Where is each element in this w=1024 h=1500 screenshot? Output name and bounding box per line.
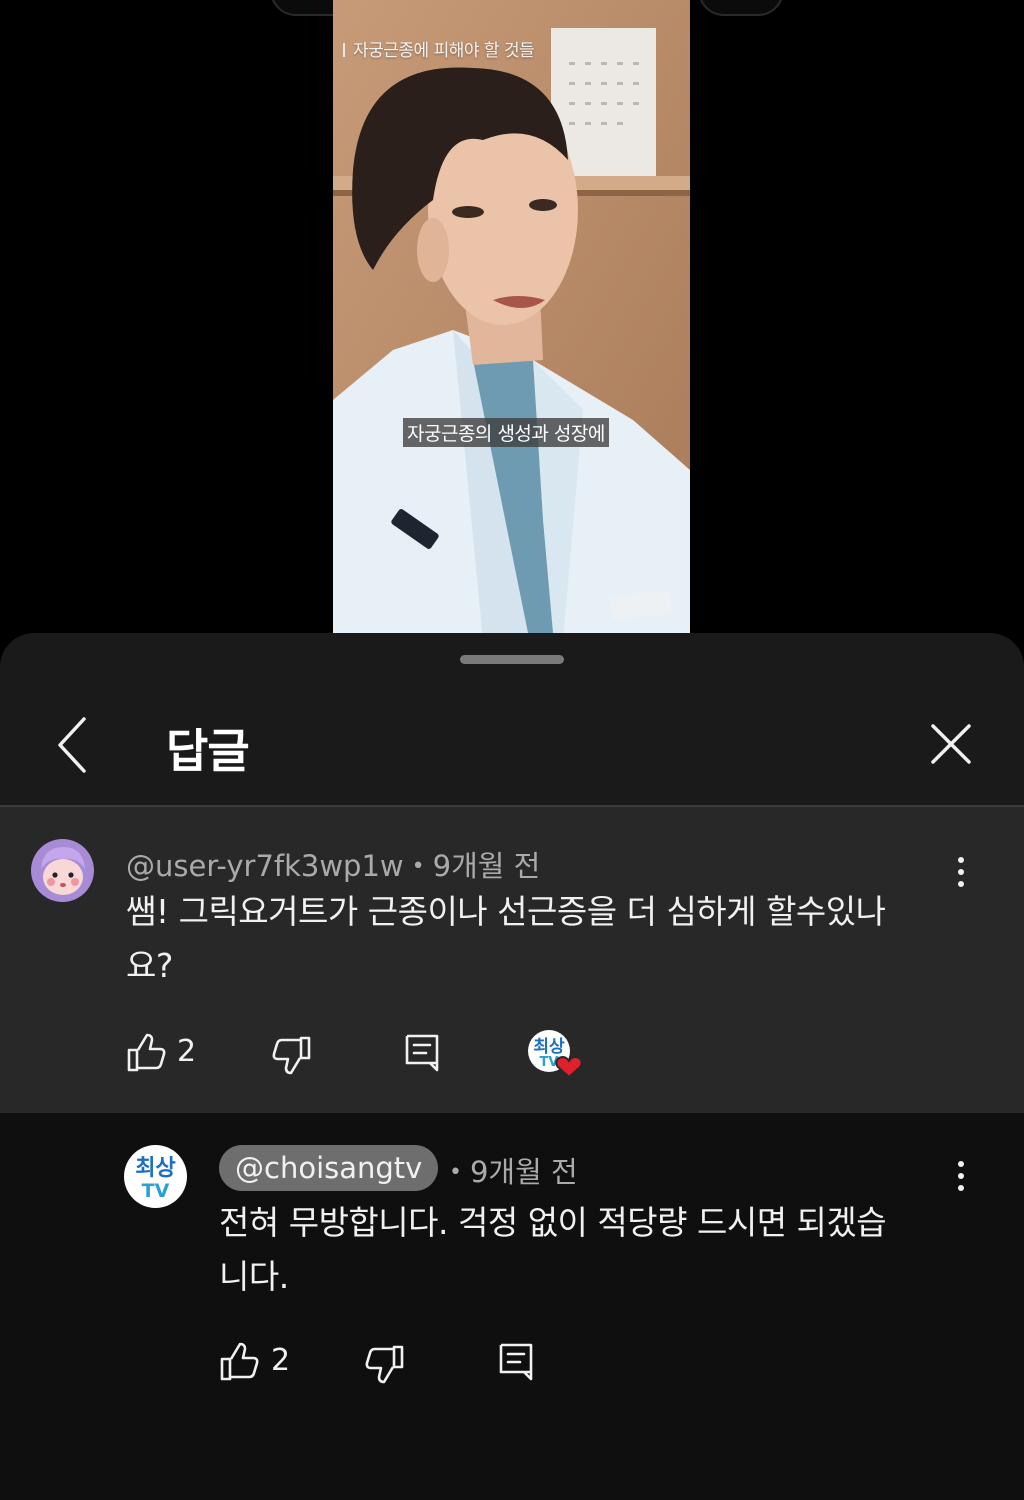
- parent-comment: @user-yr7fk3wp1w • 9개월 전 쌤! 그릭요거트가 근종이나 선근…: [0, 807, 1024, 1113]
- dislike-icon: [272, 1036, 311, 1075]
- back-button[interactable]: [52, 715, 102, 775]
- svg-text:최상: 최상: [135, 1156, 175, 1181]
- comment-meta: • 9개월 전: [449, 1155, 578, 1189]
- comment-text-line: 요?: [126, 946, 173, 985]
- comment-menu-button[interactable]: [946, 1161, 976, 1201]
- like-icon: [127, 1033, 166, 1072]
- creator-heart: 최상 TV: [527, 1029, 585, 1085]
- dislike-button[interactable]: [365, 1344, 405, 1388]
- video-player[interactable]: 자궁근종에 피해야 할 것들 자궁근종의 생성과 성장에: [333, 0, 690, 633]
- drag-handle[interactable]: [460, 655, 564, 664]
- comment-text-line: 전혀 무방합니다. 걱정 없이 적당량 드시면 되겠습: [219, 1203, 887, 1242]
- like-button[interactable]: [219, 1342, 259, 1386]
- svg-text:최상: 최상: [533, 1037, 565, 1057]
- dislike-icon: [365, 1345, 404, 1384]
- reply-button[interactable]: [404, 1033, 440, 1077]
- video-caption: 자궁근종의 생성과 성장에: [403, 418, 609, 447]
- avatar[interactable]: [31, 839, 94, 902]
- svg-text:TV: TV: [142, 1180, 170, 1202]
- comment-meta: @user-yr7fk3wp1w • 9개월 전: [126, 849, 541, 883]
- top-pill-right: [698, 0, 784, 16]
- creator-heart-icon: 최상 TV: [528, 1030, 583, 1079]
- comment-text: 전혀 무방합니다. 걱정 없이 적당량 드시면 되겠습 니다.: [219, 1196, 887, 1304]
- comment-author[interactable]: @user-yr7fk3wp1w: [126, 849, 404, 883]
- user-avatar-icon: [31, 839, 94, 902]
- video-title: 자궁근종에 피해야 할 것들: [343, 36, 535, 61]
- comment-time: 9개월 전: [469, 1155, 578, 1189]
- reply-comment: 최상 TV @choisangtv • 9개월 전 전혀 무방합니다. 걱정 없이…: [0, 1113, 1024, 1500]
- dislike-button[interactable]: [272, 1035, 312, 1079]
- like-button[interactable]: [126, 1033, 166, 1077]
- reply-icon: [405, 1034, 439, 1072]
- sheet-title: 답글: [166, 724, 250, 778]
- comment-text-line: 니다.: [219, 1257, 289, 1296]
- comment-text-line: 쌤! 그릭요거트가 근종이나 선근증을 더 심하게 할수있나: [126, 892, 886, 931]
- back-arrow-icon: [58, 717, 86, 773]
- comment-time: 9개월 전: [432, 849, 541, 883]
- close-icon: [931, 724, 971, 764]
- reply-icon: [499, 1343, 533, 1381]
- like-icon: [220, 1342, 259, 1381]
- video-frame-image: [333, 0, 690, 633]
- creator-author-badge[interactable]: @choisangtv: [219, 1145, 439, 1191]
- more-vert-icon: [946, 1161, 976, 1191]
- like-count: 2: [271, 1343, 291, 1378]
- reply-button[interactable]: [498, 1342, 534, 1386]
- comment-text: 쌤! 그릭요거트가 근종이나 선근증을 더 심하게 할수있나 요?: [126, 885, 886, 993]
- comment-menu-button[interactable]: [946, 857, 976, 897]
- close-button[interactable]: [924, 717, 978, 771]
- avatar[interactable]: 최상 TV: [124, 1145, 187, 1208]
- channel-avatar-icon: 최상 TV: [124, 1145, 187, 1208]
- like-count: 2: [177, 1034, 197, 1069]
- more-vert-icon: [946, 857, 976, 887]
